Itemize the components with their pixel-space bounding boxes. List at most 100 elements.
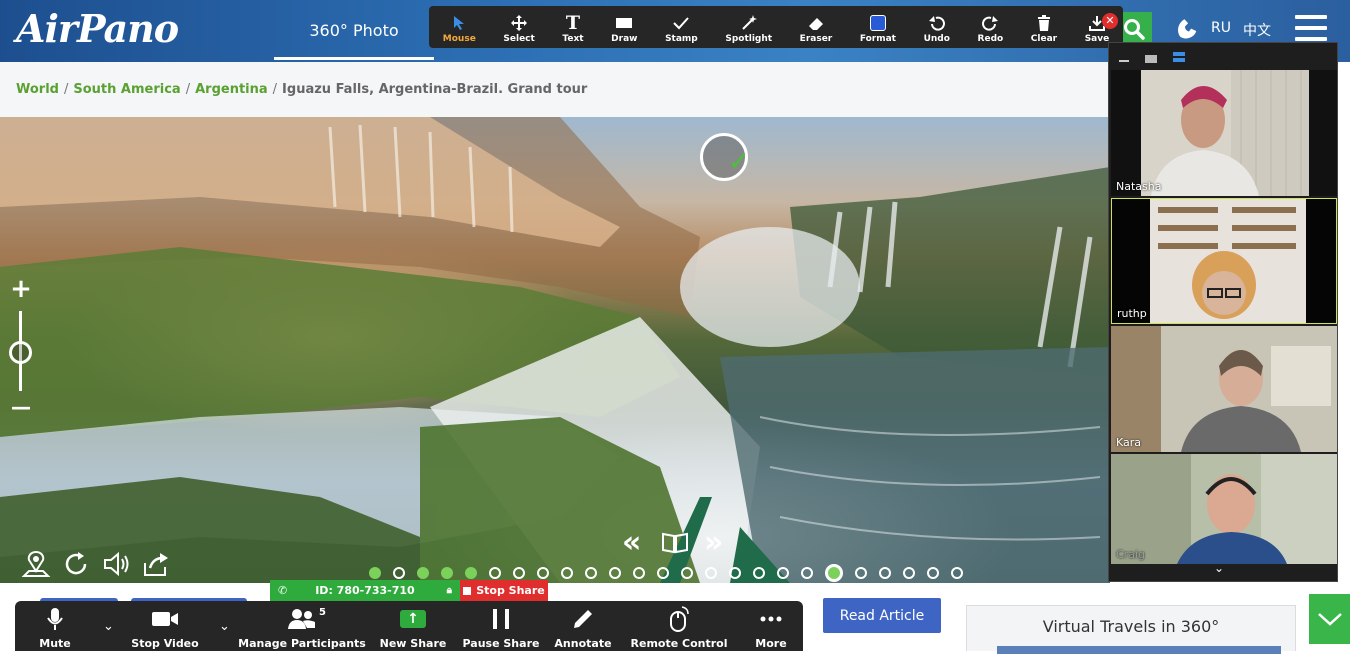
tool-text[interactable]: T Text xyxy=(549,6,598,48)
new-share-button[interactable]: ↑ New Share xyxy=(373,605,453,650)
scene-dot[interactable] xyxy=(393,567,405,579)
video-options-caret-icon[interactable]: ⌄ xyxy=(219,619,230,634)
tool-redo[interactable]: Redo xyxy=(964,6,1017,48)
gallery-view-icon-bar xyxy=(1173,58,1185,62)
manage-participants-button[interactable]: Manage Participants xyxy=(238,605,366,650)
tool-format[interactable]: Format xyxy=(846,6,910,48)
participant-video-tile[interactable]: Craig xyxy=(1111,454,1337,564)
mute-button[interactable]: Mute xyxy=(15,605,95,650)
meeting-button-label: Mute xyxy=(39,637,71,650)
menu-hamburger-icon[interactable] xyxy=(1295,15,1327,43)
mouse-arrow-icon xyxy=(452,12,466,34)
scene-dot[interactable] xyxy=(561,567,573,579)
tool-clear[interactable]: Clear xyxy=(1017,6,1071,48)
scene-dot[interactable] xyxy=(951,567,963,579)
scene-dot[interactable] xyxy=(903,567,915,579)
panorama-viewer[interactable]: ✓ + — « » xyxy=(0,117,1110,583)
tool-spotlight[interactable]: Spotlight xyxy=(712,6,786,48)
scene-dot[interactable] xyxy=(417,567,429,579)
breadcrumb-world[interactable]: World xyxy=(16,82,59,97)
virtual-travels-banner[interactable] xyxy=(997,646,1281,654)
participant-video-tile-active[interactable]: ruthp xyxy=(1111,198,1337,324)
minimize-icon[interactable] xyxy=(1119,60,1129,62)
scene-dot[interactable] xyxy=(489,567,501,579)
scene-dot[interactable] xyxy=(729,567,741,579)
tool-label: Stamp xyxy=(665,34,698,44)
scene-dot-current[interactable] xyxy=(825,564,843,582)
rotate-icon[interactable] xyxy=(61,549,91,579)
tool-draw[interactable]: Draw xyxy=(597,6,651,48)
book-icon[interactable] xyxy=(661,530,689,554)
scene-dot[interactable] xyxy=(879,567,891,579)
annotate-button[interactable]: Annotate xyxy=(543,605,623,650)
tool-mouse[interactable]: Mouse xyxy=(429,6,490,48)
meeting-id-badge[interactable]: ✆ ID: 780-733-710 🔒︎ xyxy=(270,580,460,601)
breadcrumb-separator: / xyxy=(63,82,69,97)
scene-dot[interactable] xyxy=(441,567,453,579)
scene-dot[interactable] xyxy=(753,567,765,579)
participant-name: Craig xyxy=(1116,548,1145,561)
next-scene-button[interactable]: » xyxy=(704,525,723,560)
scene-dot[interactable] xyxy=(657,567,669,579)
breadcrumb-south-america[interactable]: South America xyxy=(73,82,180,97)
draw-rect-icon xyxy=(615,12,633,34)
tab-360-photo[interactable]: 360° Photo xyxy=(274,0,434,60)
lang-ru-link[interactable]: RU xyxy=(1211,20,1231,36)
chevron-down-icon xyxy=(1317,613,1342,626)
breadcrumb-current: Iguazu Falls, Argentina-Brazil. Grand to… xyxy=(282,82,588,97)
breadcrumb: World / South America / Argentina / Igua… xyxy=(0,62,1110,117)
zoom-in-button[interactable]: + xyxy=(10,274,32,304)
tool-label: Undo xyxy=(923,34,950,44)
scene-dot[interactable] xyxy=(777,567,789,579)
audio-options-caret-icon[interactable]: ⌄ xyxy=(103,619,114,634)
participants-icon xyxy=(288,605,316,633)
close-annotation-icon[interactable]: ✕ xyxy=(1102,13,1118,29)
new-share-icon: ↑ xyxy=(400,605,426,633)
tool-label: Eraser xyxy=(799,34,833,44)
gallery-view-icon[interactable] xyxy=(1173,52,1185,56)
scene-dot[interactable] xyxy=(369,567,381,579)
participant-video-image xyxy=(1111,70,1337,196)
scene-dot[interactable] xyxy=(537,567,549,579)
scene-dot[interactable] xyxy=(585,567,597,579)
scene-dot[interactable] xyxy=(927,567,939,579)
scroll-down-button[interactable] xyxy=(1309,594,1350,644)
lang-zh-link[interactable]: 中文 xyxy=(1243,20,1271,40)
meeting-button-label: New Share xyxy=(379,637,447,650)
breadcrumb-argentina[interactable]: Argentina xyxy=(195,82,268,97)
stop-video-button[interactable]: Stop Video xyxy=(125,605,205,650)
remote-control-button[interactable]: Remote Control xyxy=(631,605,728,650)
volume-icon[interactable] xyxy=(101,549,131,579)
share-icon[interactable] xyxy=(141,549,171,579)
airpano-logo[interactable]: AirPano xyxy=(16,6,179,51)
scene-dot[interactable] xyxy=(609,567,621,579)
scene-dot[interactable] xyxy=(681,567,693,579)
phone-icon[interactable] xyxy=(1172,14,1202,44)
participant-video-tile[interactable]: Natasha xyxy=(1111,70,1337,196)
read-article-button[interactable]: Read Article xyxy=(823,598,941,633)
zoom-slider-knob[interactable] xyxy=(9,341,32,364)
pause-share-button[interactable]: Pause Share xyxy=(461,605,541,650)
tool-stamp[interactable]: Stamp xyxy=(651,6,711,48)
panel-expand-chevron-icon[interactable]: ⌄ xyxy=(1214,561,1224,575)
scene-dot[interactable] xyxy=(633,567,645,579)
scene-dot[interactable] xyxy=(705,567,717,579)
scene-dot[interactable] xyxy=(513,567,525,579)
tool-select[interactable]: Select xyxy=(490,6,549,48)
meeting-button-label: Annotate xyxy=(554,637,612,650)
scene-dot[interactable] xyxy=(801,567,813,579)
stop-share-button[interactable]: Stop Share xyxy=(460,580,548,601)
tool-eraser[interactable]: Eraser xyxy=(786,6,846,48)
scene-dot[interactable] xyxy=(465,567,477,579)
prev-scene-button[interactable]: « xyxy=(622,525,641,560)
more-button[interactable]: More xyxy=(731,605,811,650)
participant-video-tile[interactable]: Kara xyxy=(1111,326,1337,452)
meeting-controls-bar: ⌄ ⌄ 5 Mute Stop Video Manage Participants ↑… xyxy=(15,601,803,651)
single-view-icon[interactable] xyxy=(1145,55,1157,63)
tool-label: Select xyxy=(503,34,535,44)
text-icon: T xyxy=(565,12,581,34)
zoom-out-button[interactable]: — xyxy=(10,395,32,419)
map-pin-icon[interactable] xyxy=(21,549,51,579)
tool-undo[interactable]: Undo xyxy=(910,6,964,48)
scene-dot[interactable] xyxy=(855,567,867,579)
